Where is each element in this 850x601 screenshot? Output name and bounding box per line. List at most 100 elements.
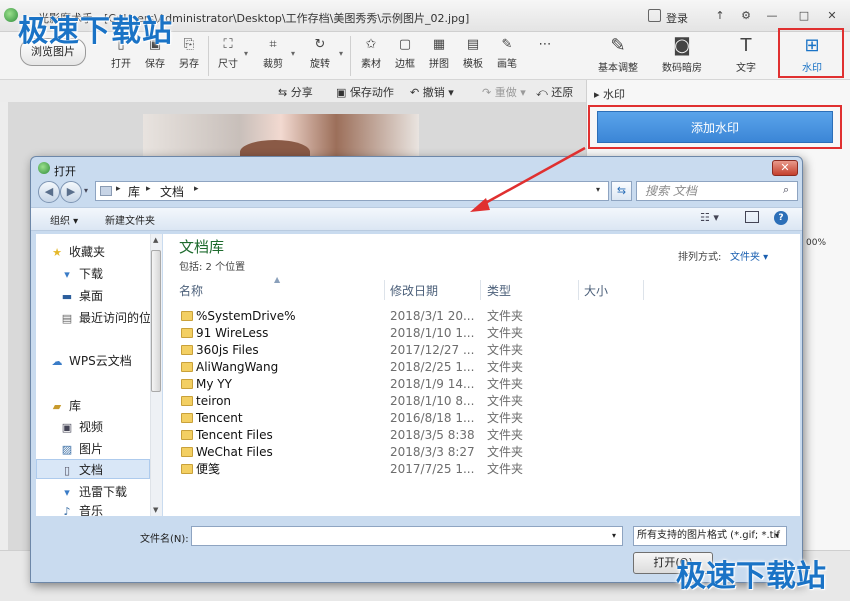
file-row[interactable]: WeChat Files 2018/3/3 8:27 文件夹 (179, 444, 619, 461)
file-row[interactable]: 91 WireLess 2018/1/10 1... 文件夹 (179, 325, 619, 342)
file-type: 文件夹 (487, 360, 524, 374)
undo-button[interactable]: ↶ 撤销 ▾ (410, 84, 454, 100)
save-as-button[interactable]: ⎘ 另存 (174, 38, 204, 71)
file-row[interactable]: 360js Files 2017/12/27 ... 文件夹 (179, 342, 619, 359)
nav-music[interactable]: ♪ 音乐 (60, 504, 150, 516)
login-link[interactable]: 登录 (666, 10, 688, 26)
undo-dropdown-icon[interactable]: ▾ (445, 86, 454, 99)
filename-input[interactable] (191, 526, 623, 546)
upgrade-button[interactable]: ↑ (712, 9, 728, 23)
library-locations-text[interactable]: 包括: 2 个位置 (179, 262, 245, 273)
dialog-close-button[interactable]: ✕ (772, 160, 798, 176)
open-label: 打开 (111, 59, 131, 70)
arrange-by-dropdown[interactable]: 文件夹 ▾ (730, 248, 768, 263)
scroll-up-icon[interactable]: ▲ (153, 236, 158, 244)
collage-button[interactable]: ▦ 拼图 (424, 38, 454, 71)
address-dropdown-icon[interactable]: ▾ (596, 185, 600, 194)
breadcrumb-arrow-icon[interactable]: ▸ (194, 184, 199, 194)
search-icon[interactable]: ⌕ (783, 183, 789, 197)
material-button[interactable]: ✩ 素材 (356, 38, 386, 71)
new-folder-button[interactable]: 新建文件夹 (105, 212, 155, 227)
settings-button[interactable]: ⚙ (738, 9, 754, 23)
folder-icon (181, 311, 193, 321)
resize-button[interactable]: ⛶ 尺寸 (213, 38, 243, 71)
crop-dropdown-icon[interactable]: ▾ (291, 49, 295, 58)
filetype-select[interactable]: 所有支持的图片格式 (*.gif; *.tif (633, 526, 787, 546)
column-header-type[interactable]: 类型 (487, 282, 511, 299)
tab-darkroom[interactable]: ◙ 数码暗房 (650, 34, 714, 76)
more-button[interactable]: ⋯ (530, 38, 560, 55)
breadcrumb-library[interactable]: 库 (128, 183, 140, 200)
breadcrumb-arrow-icon[interactable]: ▸ (116, 184, 121, 194)
tab-basic-adjust[interactable]: ✎ 基本调整 (586, 34, 650, 76)
nav-recent[interactable]: ▤ 最近访问的位置 (60, 309, 150, 327)
history-dropdown-icon[interactable]: ▾ (84, 186, 88, 195)
resize-dropdown-icon[interactable]: ▾ (244, 49, 248, 58)
file-row[interactable]: AliWangWang 2018/2/25 1... 文件夹 (179, 359, 619, 376)
save-action-button[interactable]: ▣ 保存动作 (336, 84, 394, 100)
redo-dropdown-icon[interactable]: ▾ (517, 86, 526, 99)
column-divider[interactable] (578, 280, 579, 300)
redo-button[interactable]: ↷ 重做 ▾ (482, 84, 526, 100)
brush-button[interactable]: ✎ 画笔 (492, 38, 522, 71)
back-button[interactable]: ◀ (38, 181, 60, 203)
file-row[interactable]: Tencent 2016/8/18 1... 文件夹 (179, 410, 619, 427)
column-header-size[interactable]: 大小 (584, 282, 608, 299)
save-action-label: 保存动作 (349, 86, 394, 99)
nav-libraries[interactable]: ▰ 库 (50, 397, 150, 415)
file-row[interactable]: %SystemDrive% 2018/3/1 20... 文件夹 (179, 308, 619, 325)
tab-darkroom-label: 数码暗房 (662, 63, 702, 74)
breadcrumb-documents[interactable]: 文档 (160, 183, 184, 200)
share-button[interactable]: ⇆ 分享 (278, 84, 313, 100)
file-row[interactable]: My YY 2018/1/9 14... 文件夹 (179, 376, 619, 393)
restore-button[interactable]: ⤺ 还原 (536, 84, 573, 100)
nav-documents[interactable]: ▯ 文档 (60, 461, 150, 479)
maximize-button[interactable]: □ (796, 9, 812, 23)
file-type: 文件夹 (487, 428, 524, 442)
refresh-button[interactable]: ⇆ (611, 181, 632, 201)
preview-pane-icon[interactable] (745, 211, 759, 223)
rotate-dropdown-icon[interactable]: ▾ (339, 49, 343, 58)
nav-scrollbar-thumb[interactable] (151, 250, 161, 392)
tab-text[interactable]: T 文字 (714, 34, 778, 76)
help-icon[interactable]: ? (774, 211, 788, 225)
nav-thunder-downloads[interactable]: ▾ 迅雷下载 (60, 483, 150, 501)
watermark-section-header[interactable]: ▸ 水印 (594, 86, 625, 102)
border-button[interactable]: ▢ 边框 (390, 38, 420, 71)
library-icon (100, 186, 112, 196)
filetype-dropdown-icon[interactable]: ▾ (775, 531, 779, 540)
login-icon[interactable] (648, 9, 661, 22)
border-label: 边框 (395, 59, 415, 70)
minimize-button[interactable]: — (764, 9, 780, 23)
file-name: 便笺 (196, 462, 221, 476)
breadcrumb-arrow-icon[interactable]: ▸ (146, 184, 151, 194)
column-header-date[interactable]: 修改日期 (390, 282, 438, 299)
column-header-name[interactable]: 名称 (179, 282, 203, 299)
close-button[interactable]: ✕ (824, 9, 840, 23)
nav-favorites[interactable]: ★ 收藏夹 (50, 243, 150, 261)
nav-videos[interactable]: ▣ 视频 (60, 418, 150, 436)
template-button[interactable]: ▤ 模板 (458, 38, 488, 71)
redo-icon: ↷ (482, 86, 495, 99)
forward-button[interactable]: ▶ (60, 181, 82, 203)
view-options-icon[interactable]: ☷ ▾ (700, 211, 719, 224)
crop-button[interactable]: ⌗ 裁剪 (258, 38, 288, 71)
column-divider[interactable] (480, 280, 481, 300)
file-row[interactable]: teiron 2018/1/10 8... 文件夹 (179, 393, 619, 410)
organize-menu[interactable]: 组织 ▾ (50, 212, 78, 227)
music-icon: ♪ (63, 505, 71, 516)
nav-desktop[interactable]: ▬ 桌面 (60, 287, 150, 305)
column-divider[interactable] (384, 280, 385, 300)
file-row[interactable]: 便笺 2017/7/25 1... 文件夹 (179, 461, 619, 478)
column-divider[interactable] (643, 280, 644, 300)
rotate-button[interactable]: ↻ 旋转 (305, 38, 335, 71)
search-input[interactable]: 搜索 文档 (636, 181, 798, 201)
nav-wps-cloud[interactable]: ☁ WPS云文档 (50, 352, 150, 370)
folder-icon (181, 379, 193, 389)
nav-pictures[interactable]: ▨ 图片 (60, 440, 150, 458)
nav-downloads[interactable]: ▾ 下载 (60, 265, 150, 283)
filename-dropdown-icon[interactable]: ▾ (612, 531, 616, 540)
scroll-down-icon[interactable]: ▼ (153, 506, 158, 514)
folder-icon (181, 345, 193, 355)
file-row[interactable]: Tencent Files 2018/3/5 8:38 文件夹 (179, 427, 619, 444)
